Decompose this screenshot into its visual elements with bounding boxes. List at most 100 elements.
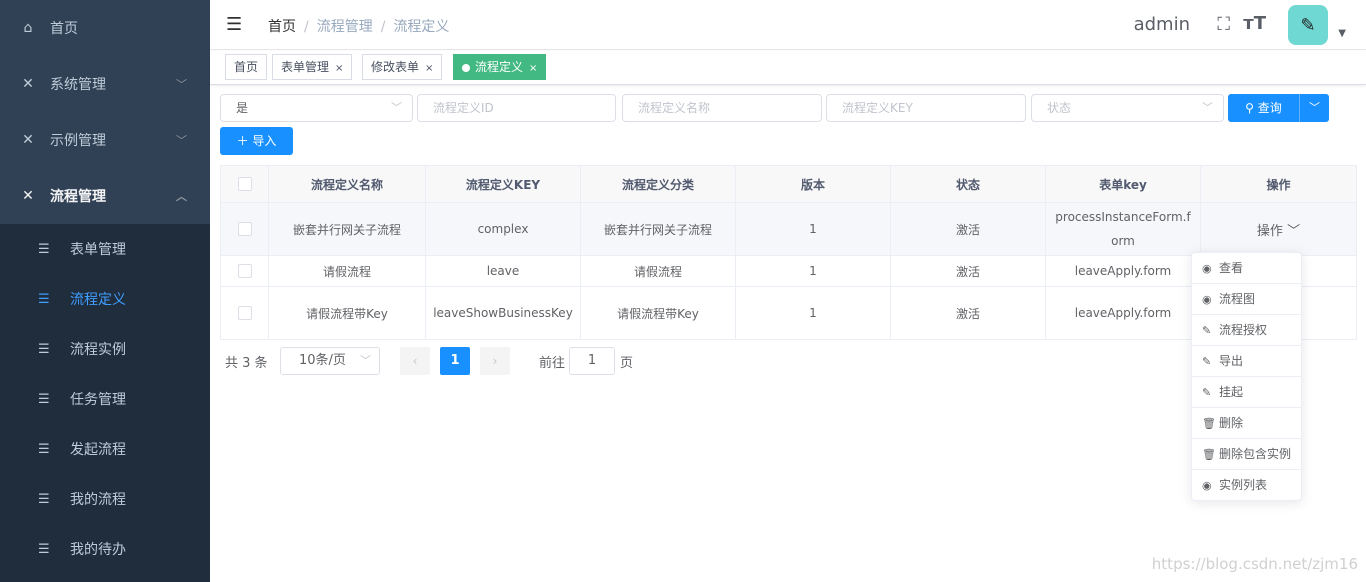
font-size-icon[interactable]: ᴛT xyxy=(1243,13,1266,34)
goto-page-input[interactable]: 1 xyxy=(569,347,615,375)
chevron-down-icon: ﹀ xyxy=(360,354,371,367)
chevron-down-icon: ﹀ xyxy=(176,134,187,147)
definition-key-input[interactable]: 流程定义KEY xyxy=(826,94,1026,122)
column-header: 流程定义名称 xyxy=(268,165,426,203)
eye-icon: ◉ xyxy=(1202,479,1212,492)
table-cell: leave xyxy=(425,255,581,287)
chevron-down-icon: ﹀ xyxy=(391,101,402,114)
definition-table: 流程定义名称 流程定义KEY 流程定义分类 版本 状态 表单key 操作 嵌套并… xyxy=(220,165,1357,340)
pagination-total: 共 3 条 xyxy=(225,356,268,371)
submenu-item-form[interactable]: ☰ 表单管理 xyxy=(0,224,210,274)
table-cell: 嵌套并行网关子流程 xyxy=(268,202,426,256)
latest-version-select[interactable]: 是 ﹀ xyxy=(220,94,413,122)
table-cell: 请假流程带Key xyxy=(580,286,736,340)
edit-icon: ✎ xyxy=(1202,386,1212,399)
column-header: 表单key xyxy=(1045,165,1201,203)
table-row[interactable]: 请假流程带Key leaveShowBusinessKey 请假流程带Key 1… xyxy=(220,286,1357,340)
tag-edit-form[interactable]: 修改表单 × xyxy=(362,54,443,80)
list-icon: ☰ xyxy=(38,341,50,357)
list-icon: ☰ xyxy=(38,441,50,457)
table-cell: 1 xyxy=(735,286,891,340)
eye-icon: ◉ xyxy=(1202,293,1212,306)
table-cell: 1 xyxy=(735,202,891,256)
actions-dropdown-menu: ◉ 查看 ◉ 流程图 ✎ 流程授权 ✎ 导出 ✎ 挂起 🗑 删除 🗑 删除包含实例 ◉ 实例列表 xyxy=(1191,252,1302,501)
tag-form-manage[interactable]: 表单管理 × xyxy=(272,54,353,80)
menu-item-delete-with-instances[interactable]: 🗑 删除包含实例 xyxy=(1192,439,1301,470)
menu-item-view[interactable]: ◉ 查看 xyxy=(1192,253,1301,284)
table-row[interactable]: 请假流程 leave 请假流程 1 激活 leaveApply.form xyxy=(220,255,1357,287)
table-cell: 激活 xyxy=(890,255,1046,287)
close-icon[interactable]: × xyxy=(335,63,343,74)
table-row[interactable]: 嵌套并行网关子流程 complex 嵌套并行网关子流程 1 激活 process… xyxy=(220,202,1357,256)
edit-icon: ✎ xyxy=(1202,355,1212,368)
definition-name-input[interactable]: 流程定义名称 xyxy=(622,94,822,122)
prev-page-button[interactable]: ‹ xyxy=(400,347,430,375)
menu-item-process[interactable]: ✕ 流程管理 ︿ xyxy=(0,168,210,224)
table-cell: 1 xyxy=(735,255,891,287)
table-cell: 请假流程带Key xyxy=(268,286,426,340)
breadcrumb: 首页 / 流程管理 / 流程定义 xyxy=(268,19,450,35)
close-icon[interactable]: × xyxy=(425,63,433,74)
tools-icon: ✕ xyxy=(22,132,34,148)
select-all-checkbox[interactable] xyxy=(237,177,252,192)
edit-icon: ✎ xyxy=(1202,324,1212,337)
tools-icon: ✕ xyxy=(22,76,34,92)
row-checkbox[interactable] xyxy=(237,306,252,321)
menu-item-authorize[interactable]: ✎ 流程授权 xyxy=(1192,315,1301,346)
submenu-item-mine[interactable]: ☰ 我的流程 xyxy=(0,474,210,524)
column-header: 状态 xyxy=(890,165,1046,203)
submenu-item-instance[interactable]: ☰ 流程实例 xyxy=(0,324,210,374)
plus-icon: ＋ xyxy=(236,134,249,148)
hamburger-icon[interactable]: ☰ xyxy=(226,14,242,35)
menu-item-export[interactable]: ✎ 导出 xyxy=(1192,346,1301,377)
search-button-group: ⚲ 查询 ﹀ xyxy=(1228,94,1329,122)
import-button[interactable]: ＋ 导入 xyxy=(220,127,293,155)
table-cell: leaveShowBusinessKey xyxy=(425,286,581,340)
menu-item-delete[interactable]: 🗑 删除 xyxy=(1192,408,1301,439)
chevron-down-icon: ﹀ xyxy=(176,78,187,91)
fullscreen-icon[interactable]: ⛶ xyxy=(1217,14,1230,35)
menu-item-system[interactable]: ✕ 系统管理 ﹀ xyxy=(0,56,210,112)
list-icon: ☰ xyxy=(38,491,50,507)
submenu-item-start[interactable]: ☰ 发起流程 xyxy=(0,424,210,474)
search-button[interactable]: ⚲ 查询 xyxy=(1228,94,1300,122)
eye-icon: ◉ xyxy=(1202,262,1212,275)
table-cell: leaveApply.form xyxy=(1045,255,1201,287)
column-header: 流程定义分类 xyxy=(580,165,736,203)
goto-suffix: 页 xyxy=(620,356,634,371)
chevron-up-icon: ︿ xyxy=(176,190,187,203)
page-size-select[interactable]: 10条/页 ﹀ xyxy=(280,347,380,375)
menu-item-home[interactable]: ⌂ 首页 xyxy=(0,0,210,56)
status-select[interactable]: 状态 ﹀ xyxy=(1031,94,1224,122)
next-page-button[interactable]: › xyxy=(480,347,510,375)
username: admin xyxy=(1133,14,1190,35)
submenu-item-todo[interactable]: ☰ 我的待办 xyxy=(0,524,210,574)
avatar[interactable]: ✎ xyxy=(1288,5,1328,45)
page-number-button[interactable]: 1 xyxy=(440,347,470,375)
table-cell: 激活 xyxy=(890,286,1046,340)
close-icon[interactable]: × xyxy=(529,63,537,74)
row-checkbox[interactable] xyxy=(237,222,252,237)
column-header: 流程定义KEY xyxy=(425,165,581,203)
sidebar: ⌂ 首页 ✕ 系统管理 ﹀ ✕ 示例管理 ﹀ ✕ 流程管理 ︿ ☰ 表单管理 ☰… xyxy=(0,0,210,582)
search-icon: ⚲ xyxy=(1245,101,1254,115)
menu-item-example[interactable]: ✕ 示例管理 ﹀ xyxy=(0,112,210,168)
table-cell: leaveApply.form xyxy=(1045,286,1201,340)
breadcrumb-item[interactable]: 首页 xyxy=(268,19,296,35)
actions-dropdown-trigger[interactable]: 操作 ﹀ xyxy=(1257,224,1300,239)
caret-down-icon[interactable]: ▼ xyxy=(1338,28,1346,39)
list-icon: ☰ xyxy=(38,241,50,257)
tag-home[interactable]: 首页 xyxy=(225,54,268,80)
menu-item-diagram[interactable]: ◉ 流程图 xyxy=(1192,284,1301,315)
trash-icon: 🗑 xyxy=(1202,417,1216,430)
submenu-item-definition[interactable]: ☰ 流程定义 xyxy=(0,274,210,324)
submenu-item-task[interactable]: ☰ 任务管理 xyxy=(0,374,210,424)
menu-item-instance-list[interactable]: ◉ 实例列表 xyxy=(1192,470,1301,501)
definition-id-input[interactable]: 流程定义ID xyxy=(417,94,616,122)
tags-view: 首页 表单管理 × 修改表单 × 流程定义 × xyxy=(210,51,1366,85)
row-checkbox[interactable] xyxy=(237,264,252,279)
dot-icon xyxy=(462,63,470,72)
search-dropdown-button[interactable]: ﹀ xyxy=(1300,94,1329,122)
menu-item-suspend[interactable]: ✎ 挂起 xyxy=(1192,377,1301,408)
tag-process-definition[interactable]: 流程定义 × xyxy=(453,54,547,80)
